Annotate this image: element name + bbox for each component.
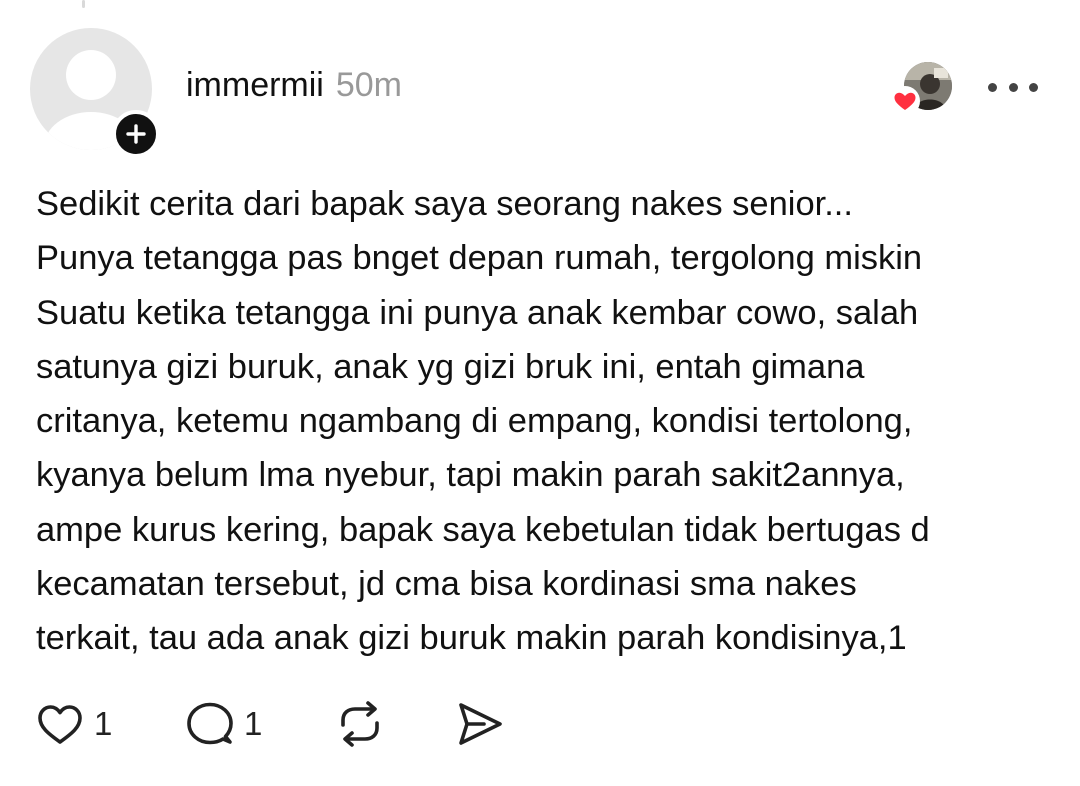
avatar-head-shape xyxy=(66,50,116,100)
more-horizontal-icon xyxy=(988,82,997,92)
post-text: Sedikit cerita dari bapak saya seorang n… xyxy=(36,177,1046,666)
thread-line xyxy=(82,0,85,8)
like-button[interactable]: 1 xyxy=(34,696,112,752)
heart-icon xyxy=(890,86,920,116)
action-bar: 1 1 xyxy=(34,696,554,752)
post-text-line: Suatu ketika tetangga ini punya anak kem… xyxy=(36,293,919,332)
reply-button[interactable]: 1 xyxy=(184,696,262,752)
post-header: immermii 50m xyxy=(186,66,402,110)
more-options-button[interactable] xyxy=(988,72,1038,102)
plus-icon xyxy=(126,124,146,144)
post-text-line: kecamatan tersebut, jd cma bisa kordinas… xyxy=(36,565,857,604)
speech-bubble-icon xyxy=(187,702,233,745)
username[interactable]: immermii xyxy=(186,66,324,105)
post-text-line: kyanya belum lma nyebur, tapi makin para… xyxy=(36,456,905,495)
reply-count: 1 xyxy=(244,705,263,742)
post-text-line: Punya tetangga pas bnget depan rumah, te… xyxy=(36,239,923,278)
repost-button[interactable] xyxy=(334,696,386,752)
repost-icon xyxy=(341,701,379,747)
share-button[interactable] xyxy=(454,696,506,752)
post-text-line: terkait, tau ada anak gizi buruk makin p… xyxy=(36,619,907,658)
post-text-line: critanya, ketemu ngambang di empang, kon… xyxy=(36,402,913,441)
more-dot xyxy=(1008,82,1018,92)
timestamp: 50m xyxy=(335,66,402,104)
post-text-line: Sedikit cerita dari bapak saya seorang n… xyxy=(36,185,853,223)
more-dot xyxy=(1029,82,1038,92)
send-icon xyxy=(459,703,502,745)
post-text-line: ampe kurus kering, bapak saya kebetulan … xyxy=(36,510,930,549)
like-count: 1 xyxy=(94,705,113,742)
heart-outline-icon xyxy=(38,705,82,744)
post-text-line: satunya gizi buruk, anak yg gizi bruk in… xyxy=(36,347,865,386)
follow-button[interactable] xyxy=(112,110,160,158)
